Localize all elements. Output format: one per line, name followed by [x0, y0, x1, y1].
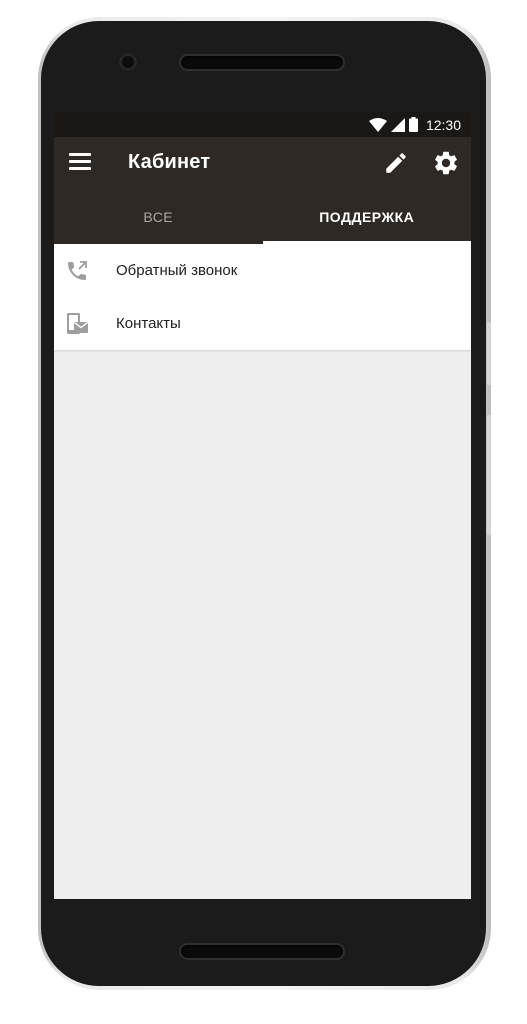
tab-bar: ВСЕ ПОДДЕРЖКА — [54, 190, 471, 244]
settings-icon[interactable] — [432, 149, 460, 177]
toolbar: Кабинет — [54, 137, 471, 190]
list-item-contacts-label: Контакты — [116, 315, 181, 332]
edit-icon[interactable] — [383, 150, 409, 176]
list-item-callback-label: Обратный звонок — [116, 262, 238, 279]
status-time: 12:30 — [425, 116, 461, 133]
status-bar: 12:30 — [54, 112, 471, 137]
menu-icon[interactable] — [69, 153, 91, 173]
power-button — [487, 322, 491, 385]
cell-signal-icon — [390, 117, 405, 132]
bottom-bezel-area — [54, 899, 471, 959]
tab-all[interactable]: ВСЕ — [54, 190, 263, 244]
list-item-contacts[interactable]: Контакты — [54, 297, 471, 350]
tab-support[interactable]: ПОДДЕРЖКА — [262, 190, 471, 244]
contacts-mail-icon — [67, 313, 88, 334]
page-title: Кабинет — [128, 151, 211, 173]
list-item-callback[interactable]: Обратный звонок — [54, 244, 471, 297]
support-list: Обратный звонок Контакты — [54, 244, 471, 350]
callback-phone-icon — [68, 261, 87, 280]
app-bar: Кабинет ВСЕ ПОДДЕРЖКА — [54, 137, 471, 244]
tab-support-label: ПОДДЕРЖКА — [319, 209, 415, 225]
wifi-icon — [368, 117, 387, 132]
front-camera — [119, 53, 137, 71]
volume-button — [487, 415, 491, 535]
top-speaker — [181, 56, 343, 69]
battery-icon — [408, 117, 418, 132]
screen: 12:30 Кабинет ВСЕ ПОДДЕРЖКА Обратный зво… — [54, 112, 471, 899]
tab-all-label: ВСЕ — [143, 209, 174, 225]
